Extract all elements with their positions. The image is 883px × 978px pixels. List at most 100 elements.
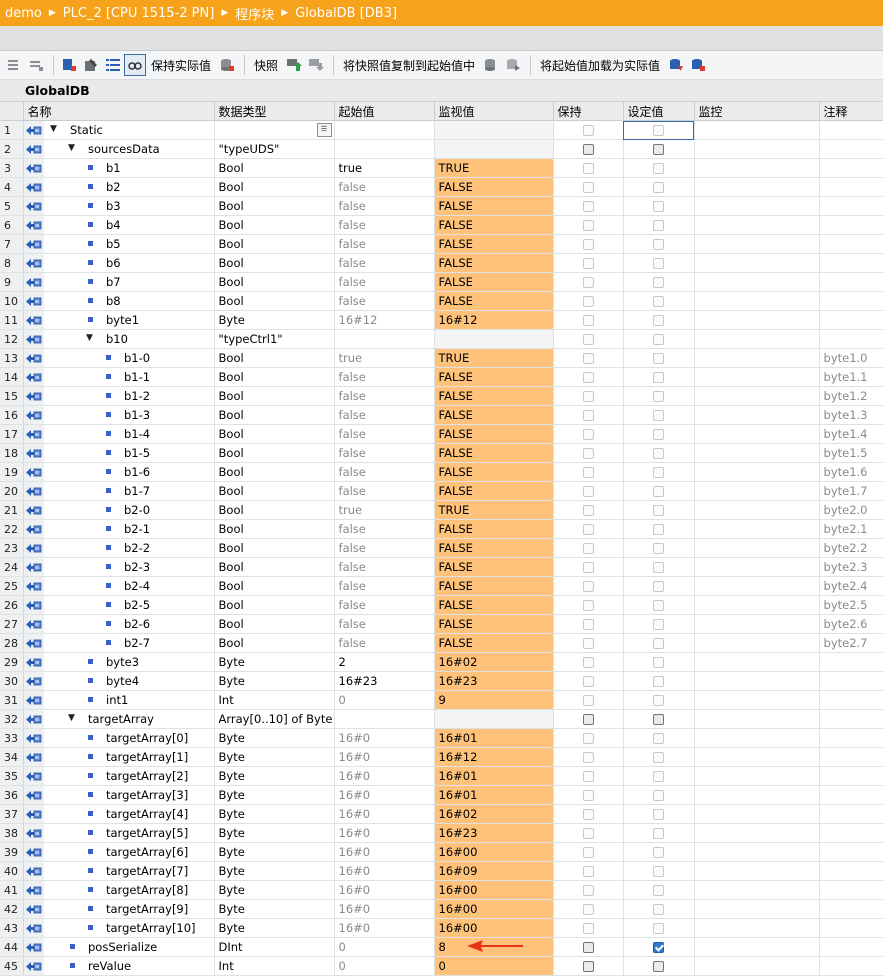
row-datatype[interactable]: Byte bbox=[214, 842, 335, 862]
row-comment[interactable] bbox=[819, 823, 883, 843]
retain-checkbox[interactable] bbox=[553, 918, 624, 938]
row-start-value[interactable]: false bbox=[334, 177, 435, 197]
row-comment[interactable] bbox=[819, 880, 883, 900]
row-start-value[interactable]: false bbox=[334, 519, 435, 539]
setpoint-checkbox[interactable] bbox=[623, 538, 695, 558]
table-row[interactable]: 16 b1-3 Bool false FALSE byte1.3 bbox=[0, 405, 883, 425]
table-row[interactable]: 27 b2-6 Bool false FALSE byte2.6 bbox=[0, 614, 883, 634]
table-row[interactable]: 31 int1 Int 0 9 bbox=[0, 690, 883, 710]
setpoint-checkbox[interactable] bbox=[623, 158, 695, 178]
row-start-value[interactable]: false bbox=[334, 386, 435, 406]
row-datatype[interactable]: Bool bbox=[214, 481, 335, 501]
table-row[interactable]: 40 targetArray[7] Byte 16#0 16#09 bbox=[0, 861, 883, 881]
retain-checkbox[interactable] bbox=[553, 595, 624, 615]
copy-db-alt-icon[interactable] bbox=[503, 55, 523, 75]
row-datatype[interactable]: Byte bbox=[214, 804, 335, 824]
setpoint-checkbox[interactable] bbox=[623, 899, 695, 919]
row-name[interactable]: targetArray[4] bbox=[106, 807, 188, 821]
row-start-value[interactable]: 16#0 bbox=[334, 766, 435, 786]
retain-checkbox[interactable] bbox=[553, 405, 624, 425]
row-name-cell[interactable]: b1-5 bbox=[44, 443, 215, 463]
retain-checkbox[interactable] bbox=[553, 348, 624, 368]
row-comment[interactable] bbox=[819, 690, 883, 710]
setpoint-checkbox[interactable] bbox=[623, 633, 695, 653]
row-datatype[interactable]: Byte bbox=[214, 671, 335, 691]
setpoint-checkbox[interactable] bbox=[623, 880, 695, 900]
row-datatype[interactable]: Bool bbox=[214, 215, 335, 235]
setpoint-checkbox[interactable] bbox=[623, 310, 695, 330]
table-row[interactable]: 5 b3 Bool false FALSE bbox=[0, 196, 883, 216]
table-row[interactable]: 18 b1-5 Bool false FALSE byte1.5 bbox=[0, 443, 883, 463]
row-name-cell[interactable]: int1 bbox=[44, 690, 215, 710]
row-comment[interactable] bbox=[819, 329, 883, 349]
table-row[interactable]: 20 b1-7 Bool false FALSE byte1.7 bbox=[0, 481, 883, 501]
row-start-value[interactable]: false bbox=[334, 557, 435, 577]
row-name-cell[interactable]: targetArray[3] bbox=[44, 785, 215, 805]
expand-all-icon[interactable] bbox=[59, 55, 79, 75]
retain-checkbox[interactable] bbox=[553, 462, 624, 482]
row-comment[interactable] bbox=[819, 310, 883, 330]
retain-checkbox[interactable] bbox=[553, 291, 624, 311]
row-name-cell[interactable]: targetArray[7] bbox=[44, 861, 215, 881]
row-name[interactable]: byte4 bbox=[106, 674, 139, 688]
row-name[interactable]: targetArray[10] bbox=[106, 921, 196, 935]
row-name-cell[interactable]: b2-4 bbox=[44, 576, 215, 596]
row-comment[interactable] bbox=[819, 196, 883, 216]
row-datatype[interactable]: Bool bbox=[214, 500, 335, 520]
row-datatype[interactable]: Bool bbox=[214, 595, 335, 615]
edit-icon[interactable] bbox=[81, 55, 101, 75]
row-name[interactable]: b2-4 bbox=[124, 579, 150, 593]
load-db-icon[interactable] bbox=[666, 55, 686, 75]
setpoint-checkbox[interactable] bbox=[623, 120, 695, 140]
row-comment[interactable] bbox=[819, 766, 883, 786]
row-comment[interactable]: byte1.3 bbox=[819, 405, 883, 425]
row-datatype[interactable]: Byte bbox=[214, 747, 335, 767]
table-row[interactable]: 4 b2 Bool false FALSE bbox=[0, 177, 883, 197]
row-comment[interactable] bbox=[819, 253, 883, 273]
retain-checkbox[interactable] bbox=[553, 310, 624, 330]
row-start-value[interactable]: false bbox=[334, 462, 435, 482]
table-row[interactable]: 43 targetArray[10] Byte 16#0 16#00 bbox=[0, 918, 883, 938]
row-datatype[interactable]: Byte bbox=[214, 728, 335, 748]
row-comment[interactable] bbox=[819, 652, 883, 672]
row-comment[interactable] bbox=[819, 139, 883, 159]
retain-checkbox[interactable] bbox=[553, 576, 624, 596]
row-start-value[interactable]: false bbox=[334, 424, 435, 444]
copy-snapshot-to-start-button[interactable]: 将快照值复制到起始值中 bbox=[343, 57, 475, 74]
setpoint-checkbox[interactable] bbox=[623, 804, 695, 824]
row-name[interactable]: targetArray[0] bbox=[106, 731, 188, 745]
row-start-value[interactable]: false bbox=[334, 291, 435, 311]
retain-checkbox[interactable] bbox=[553, 728, 624, 748]
setpoint-checkbox[interactable] bbox=[623, 709, 695, 729]
row-name-cell[interactable]: posSerialize bbox=[44, 937, 215, 957]
retain-checkbox[interactable] bbox=[553, 139, 624, 159]
snapshot-up-icon[interactable] bbox=[284, 55, 304, 75]
table-row[interactable]: 1 ▼ Static ☰ bbox=[0, 120, 883, 140]
row-datatype[interactable]: ☰ bbox=[214, 120, 335, 140]
row-datatype[interactable]: Int bbox=[214, 956, 335, 976]
row-name[interactable]: b4 bbox=[106, 218, 121, 232]
row-comment[interactable]: byte2.7 bbox=[819, 633, 883, 653]
row-datatype[interactable]: Byte bbox=[214, 766, 335, 786]
row-datatype[interactable]: Bool bbox=[214, 443, 335, 463]
keep-actual-values-button[interactable]: 保持实际值 bbox=[151, 57, 211, 74]
row-name-cell[interactable]: ▼ Static bbox=[44, 120, 215, 140]
row-name-cell[interactable]: targetArray[5] bbox=[44, 823, 215, 843]
row-start-value[interactable]: false bbox=[334, 595, 435, 615]
snapshot-button[interactable]: 快照 bbox=[254, 57, 278, 74]
row-name[interactable]: posSerialize bbox=[88, 940, 157, 954]
table-row[interactable]: 25 b2-4 Bool false FALSE byte2.4 bbox=[0, 576, 883, 596]
row-datatype[interactable]: Byte bbox=[214, 310, 335, 330]
row-datatype[interactable]: Array[0..10] of Byte bbox=[214, 709, 335, 729]
row-name-cell[interactable]: b1-4 bbox=[44, 424, 215, 444]
table-row[interactable]: 15 b1-2 Bool false FALSE byte1.2 bbox=[0, 386, 883, 406]
row-name-cell[interactable]: targetArray[4] bbox=[44, 804, 215, 824]
setpoint-checkbox[interactable] bbox=[623, 956, 695, 976]
row-name-cell[interactable]: b2-0 bbox=[44, 500, 215, 520]
row-start-value[interactable]: 16#0 bbox=[334, 842, 435, 862]
expand-triangle-icon[interactable]: ▼ bbox=[86, 333, 93, 343]
setpoint-checkbox[interactable] bbox=[623, 614, 695, 634]
list-view-icon[interactable] bbox=[103, 55, 123, 75]
row-datatype[interactable]: Bool bbox=[214, 348, 335, 368]
row-name[interactable]: b1-3 bbox=[124, 408, 150, 422]
